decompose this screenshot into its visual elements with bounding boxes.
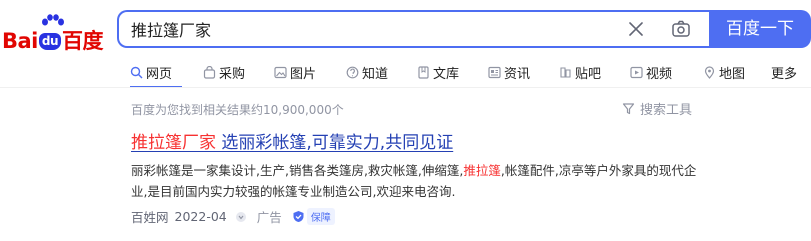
shield-check-icon bbox=[293, 211, 304, 222]
image-icon bbox=[274, 66, 287, 78]
map-icon bbox=[704, 65, 715, 79]
result-count: 百度为您找到相关结果约10,900,000个 bbox=[131, 103, 344, 117]
result-date: 2022-04 bbox=[174, 209, 227, 224]
shopping-bag-icon bbox=[203, 65, 216, 79]
tab-news[interactable]: 资讯 bbox=[488, 62, 530, 82]
question-icon bbox=[346, 66, 359, 78]
result-meta: 百姓网 2022-04 广告 保障 bbox=[131, 207, 335, 226]
tab-zhidao[interactable]: 知道 bbox=[346, 62, 388, 82]
document-icon bbox=[418, 65, 429, 79]
close-icon[interactable] bbox=[628, 21, 644, 37]
tab-tieba[interactable]: 贴吧 bbox=[559, 62, 601, 82]
tab-video[interactable]: 视频 bbox=[630, 62, 672, 82]
baidu-logo[interactable]: Bai du 百度 bbox=[2, 14, 104, 53]
tab-more[interactable]: 更多 bbox=[771, 62, 797, 82]
tab-map[interactable]: 地图 bbox=[703, 62, 745, 82]
ad-label: 广告 bbox=[256, 210, 282, 225]
search-icon bbox=[130, 66, 143, 78]
search-tools-button[interactable]: 搜索工具 bbox=[622, 99, 692, 118]
search-button[interactable]: 百度一下 bbox=[709, 10, 811, 48]
info-icon[interactable] bbox=[235, 211, 247, 223]
guarantee-badge[interactable]: 保障 bbox=[306, 208, 335, 225]
tab-web[interactable]: 网页 bbox=[130, 62, 172, 82]
search-tabs: 网页 采购 图片 知道 文库 资讯 贴吧 视频 地图 更多 bbox=[130, 62, 811, 88]
video-icon bbox=[630, 66, 643, 78]
search-box bbox=[117, 10, 709, 48]
tieba-icon bbox=[560, 66, 571, 78]
header-divider bbox=[0, 87, 811, 88]
tab-wenku[interactable]: 文库 bbox=[417, 62, 459, 82]
result-abstract: 丽彩帐篷是一家集设计,生产,销售各类篷房,救灾帐篷,伸缩篷,推拉篷,帐篷配件,凉… bbox=[131, 163, 697, 199]
filter-icon bbox=[622, 103, 635, 115]
tab-images[interactable]: 图片 bbox=[274, 62, 316, 82]
result-source[interactable]: 百姓网 bbox=[131, 207, 169, 226]
camera-icon[interactable] bbox=[671, 19, 691, 39]
tab-purchase[interactable]: 采购 bbox=[203, 62, 245, 82]
logo-text: Bai du 百度 bbox=[2, 29, 104, 53]
result-title-link[interactable]: 推拉篷厂家 选丽彩帐篷,可靠实力,共同见证 bbox=[131, 128, 453, 153]
search-input[interactable] bbox=[131, 12, 601, 46]
news-icon bbox=[488, 66, 501, 78]
